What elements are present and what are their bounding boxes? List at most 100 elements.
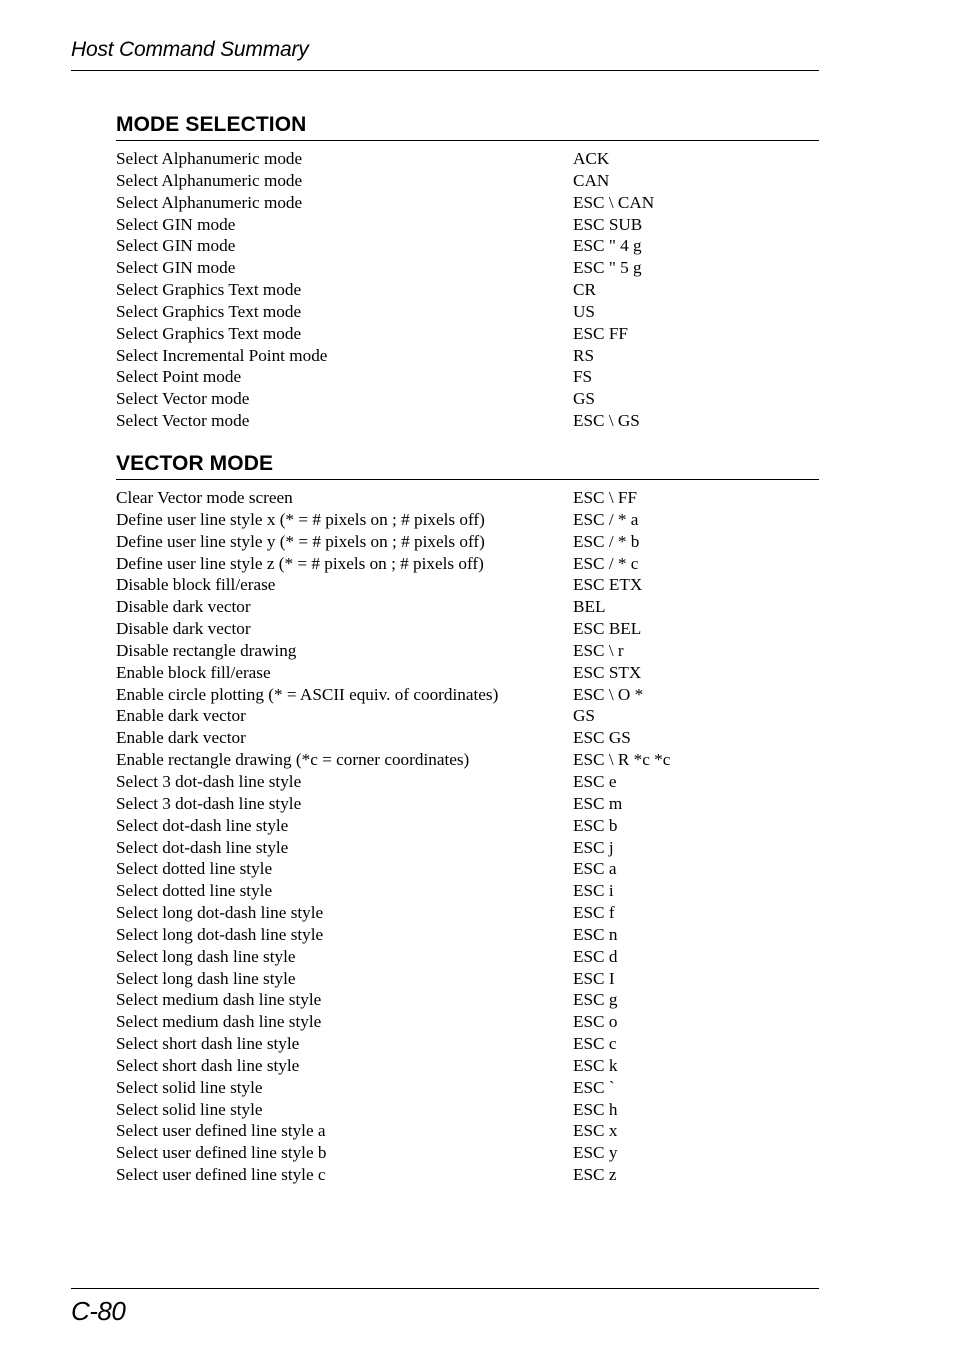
- command-description: Select solid line style: [116, 1077, 263, 1097]
- command-sequence: ESC c: [573, 1034, 617, 1054]
- command-sequence: ESC e: [573, 771, 617, 791]
- command-description: Disable block fill/erase: [116, 575, 276, 595]
- command-sequence: ESC z: [573, 1165, 617, 1185]
- command-sequence: RS: [573, 345, 595, 365]
- command-description: Select Incremental Point mode: [116, 345, 328, 365]
- section-vector-mode: VECTOR MODE Clear Vector mode screen ESC …: [116, 452, 819, 1186]
- command-row: Select GIN mode ESC SUB: [116, 214, 819, 236]
- command-sequence: ESC g: [573, 990, 618, 1010]
- command-description: Select Vector mode: [116, 411, 250, 431]
- command-sequence: ACK: [573, 149, 610, 168]
- command-description: Select Graphics Text mode: [116, 280, 302, 300]
- command-sequence: ESC GS: [573, 728, 631, 748]
- command-description: Select long dot-dash line style: [116, 903, 324, 923]
- command-description: Select solid line style: [116, 1099, 263, 1119]
- command-row: Enable rectangle drawing (*c = corner co…: [116, 749, 819, 771]
- command-description: Select GIN mode: [116, 214, 236, 234]
- command-row: Enable circle plotting (* = ASCII equiv.…: [116, 684, 819, 706]
- command-description: Select Point mode: [116, 367, 242, 387]
- command-sequence: ESC / * c: [573, 553, 639, 573]
- command-description: Select dotted line style: [116, 859, 273, 879]
- section-rule: [116, 479, 819, 480]
- command-row: Select Vector mode ESC \ GS: [116, 410, 819, 432]
- command-sequence: GS: [573, 706, 595, 726]
- section-title: MODE SELECTION: [116, 113, 307, 136]
- command-row: Select Vector mode GS: [116, 388, 819, 410]
- command-description: Select 3 dot-dash line style: [116, 793, 302, 813]
- command-row: Select Graphics Text mode CR: [116, 279, 819, 301]
- command-row: Select dotted line style ESC a: [116, 858, 819, 880]
- command-sequence: ESC k: [573, 1055, 618, 1075]
- command-row: Select dot-dash line style ESC b: [116, 815, 819, 837]
- command-sequence: ESC \ O *: [573, 684, 644, 704]
- command-row: Select long dash line style ESC d: [116, 946, 819, 968]
- command-row: Select 3 dot-dash line style ESC e: [116, 771, 819, 793]
- command-description: Define user line style z (* = # pixels o…: [116, 553, 484, 573]
- command-row: Select 3 dot-dash line style ESC m: [116, 793, 819, 815]
- command-description: Select dotted line style: [116, 881, 273, 901]
- command-table: Select Alphanumeric mode ACK Select Alphan…: [116, 148, 819, 432]
- command-sequence: ESC \ R *c *c: [573, 750, 671, 770]
- command-sequence: CR: [573, 280, 596, 300]
- command-sequence: ESC / * a: [573, 509, 639, 529]
- command-description: Select user defined line style a: [116, 1121, 326, 1141]
- command-description: Enable rectangle drawing (*c = corner co…: [116, 750, 470, 770]
- command-row: Select user defined line style c ESC z: [116, 1164, 819, 1186]
- command-sequence: ESC j: [573, 837, 614, 857]
- command-row: Clear Vector mode screen ESC \ FF: [116, 487, 819, 509]
- command-description: Select long dash line style: [116, 946, 296, 966]
- command-row: Select long dot-dash line style ESC n: [116, 924, 819, 946]
- command-description: Select Graphics Text mode: [116, 301, 302, 321]
- command-row: Select user defined line style b ESC y: [116, 1142, 819, 1164]
- command-description: Enable dark vector: [116, 706, 246, 726]
- command-sequence: ESC b: [573, 815, 618, 835]
- command-description: Enable dark vector: [116, 728, 246, 748]
- command-sequence: ESC " 4 g: [573, 236, 642, 256]
- command-sequence: ESC o: [573, 1012, 618, 1032]
- command-sequence: ESC BEL: [573, 619, 642, 639]
- command-sequence: ESC FF: [573, 323, 628, 343]
- command-description: Select Vector mode: [116, 389, 250, 409]
- command-row: Disable rectangle drawing ESC \ r: [116, 640, 819, 662]
- command-row: Select long dash line style ESC I: [116, 968, 819, 990]
- command-sequence: BEL: [573, 597, 606, 617]
- section-mode-selection: MODE SELECTION Select Alphanumeric mode A…: [116, 113, 819, 432]
- command-row: Select Alphanumeric mode CAN: [116, 170, 819, 192]
- command-sequence: ESC \ FF: [573, 488, 638, 507]
- command-description: Select long dash line style: [116, 968, 296, 988]
- command-row: Select long dot-dash line style ESC f: [116, 902, 819, 924]
- section-rule: [116, 140, 819, 141]
- command-description: Select GIN mode: [116, 258, 236, 278]
- command-row: Select Incremental Point mode RS: [116, 345, 819, 367]
- command-row: Enable dark vector GS: [116, 705, 819, 727]
- command-sequence: ESC y: [573, 1143, 618, 1163]
- command-sequence: ESC / * b: [573, 531, 640, 551]
- command-sequence: ESC a: [573, 859, 617, 879]
- command-row: Define user line style z (* = # pixels o…: [116, 553, 819, 575]
- command-description: Enable circle plotting (* = ASCII equiv.…: [116, 684, 499, 704]
- command-sequence: ESC \ GS: [573, 411, 640, 431]
- command-sequence: ESC x: [573, 1121, 618, 1141]
- command-description: Select GIN mode: [116, 236, 236, 256]
- command-description: Select 3 dot-dash line style: [116, 771, 302, 791]
- command-row: Disable dark vector BEL: [116, 596, 819, 618]
- command-row: Disable dark vector ESC BEL: [116, 618, 819, 640]
- command-sequence: ESC d: [573, 946, 618, 966]
- command-row: Define user line style y (* = # pixels o…: [116, 531, 819, 553]
- command-sequence: ESC `: [573, 1077, 615, 1097]
- header-rule: [71, 70, 819, 71]
- command-description: Select Alphanumeric mode: [116, 170, 303, 190]
- command-description: Select long dot-dash line style: [116, 924, 324, 944]
- command-row: Select Graphics Text mode US: [116, 301, 819, 323]
- command-sequence: ESC h: [573, 1099, 618, 1119]
- page-number: C-80: [71, 1296, 126, 1326]
- command-row: Select medium dash line style ESC g: [116, 989, 819, 1011]
- command-description: Select Graphics Text mode: [116, 323, 302, 343]
- command-row: Select Graphics Text mode ESC FF: [116, 323, 819, 345]
- running-header: Host Command Summary: [71, 38, 309, 61]
- command-row: Select GIN mode ESC " 5 g: [116, 257, 819, 279]
- command-sequence: ESC f: [573, 903, 615, 923]
- command-table: Clear Vector mode screen ESC \ FF Define u…: [116, 487, 819, 1186]
- command-description: Select medium dash line style: [116, 1012, 322, 1032]
- command-row: Select short dash line style ESC c: [116, 1033, 819, 1055]
